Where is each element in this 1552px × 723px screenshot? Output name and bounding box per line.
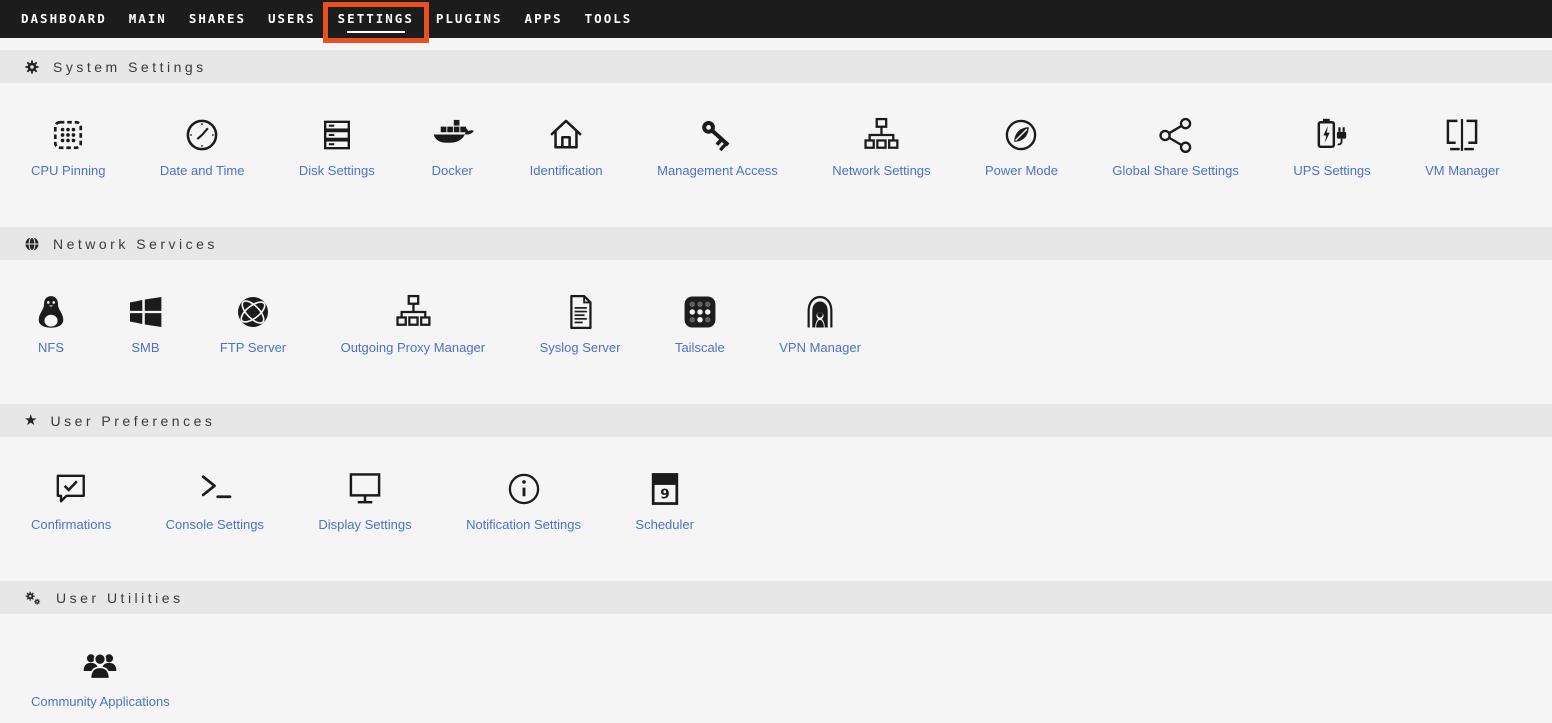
section-title: User Utilities (56, 590, 184, 606)
clock-icon (160, 113, 245, 155)
users-group-icon (31, 644, 170, 686)
nav-item-users[interactable]: USERS (257, 0, 327, 38)
info-circle-icon (466, 467, 581, 509)
monitor-icon (318, 467, 411, 509)
terminal-icon (166, 467, 264, 509)
file-lines-icon (540, 290, 621, 332)
microchip-icon (31, 113, 105, 155)
settings-item-network-settings[interactable]: Network Settings (832, 113, 930, 178)
globe-wireframe-icon (220, 290, 286, 332)
key-icon (657, 113, 778, 155)
comment-check-icon (31, 467, 111, 509)
section-title: User Preferences (50, 413, 215, 429)
battery-plug-icon (1293, 113, 1370, 155)
nav-item-dashboard[interactable]: DASHBOARD (10, 0, 118, 38)
settings-item-outgoing-proxy-manager[interactable]: Outgoing Proxy Manager (341, 290, 486, 355)
section-body-user-preferences: Confirmations Console Settings Display S… (0, 437, 1552, 581)
settings-item-date-and-time[interactable]: Date and Time (160, 113, 245, 178)
vm-brackets-icon (1425, 113, 1499, 155)
section-header-user-utilities: User Utilities (0, 581, 1552, 614)
settings-item-cpu-pinning[interactable]: CPU Pinning (31, 113, 105, 178)
gear-icon (24, 59, 40, 75)
tux-penguin-icon (31, 290, 71, 332)
section-header-system-settings: System Settings (0, 50, 1552, 83)
nav-item-shares[interactable]: SHARES (178, 0, 257, 38)
share-nodes-icon (1112, 113, 1238, 155)
sitemap-icon (832, 113, 930, 155)
settings-item-confirmations[interactable]: Confirmations (31, 467, 111, 532)
settings-item-community-applications[interactable]: Community Applications (31, 644, 170, 709)
settings-item-vpn-manager[interactable]: VPN Manager (779, 290, 861, 355)
globe-icon (24, 236, 40, 252)
settings-item-smb[interactable]: SMB (125, 290, 165, 355)
nav-item-settings[interactable]: SETTINGS (327, 0, 425, 38)
section-title: System Settings (53, 59, 207, 75)
section-body-system-settings: CPU Pinning Date and Time Disk Settings (0, 83, 1552, 227)
active-tab-underline (347, 31, 405, 34)
docker-whale-icon (429, 113, 475, 155)
settings-item-power-mode[interactable]: Power Mode (985, 113, 1058, 178)
settings-item-docker[interactable]: Docker (429, 113, 475, 178)
settings-item-identification[interactable]: Identification (530, 113, 603, 178)
calendar-icon: 9 (635, 467, 694, 509)
section-body-user-utilities: Community Applications (0, 614, 1552, 720)
windows-icon (125, 290, 165, 332)
settings-item-ftp-server[interactable]: FTP Server (220, 290, 286, 355)
nav-item-apps[interactable]: APPS (514, 0, 574, 38)
nav-item-main[interactable]: MAIN (118, 0, 178, 38)
calendar-day-number: 9 (660, 487, 669, 503)
server-stack-icon (299, 113, 375, 155)
gears-icon (24, 590, 43, 606)
tailscale-icon (675, 290, 725, 332)
leaf-circle-icon (985, 113, 1058, 155)
settings-item-notification-settings[interactable]: Notification Settings (466, 467, 581, 532)
settings-item-disk-settings[interactable]: Disk Settings (299, 113, 375, 178)
house-icon (530, 113, 603, 155)
section-body-network-services: NFS SMB FTP Server (0, 260, 1552, 404)
nav-item-plugins[interactable]: PLUGINS (425, 0, 514, 38)
top-nav: DASHBOARD MAIN SHARES USERS SETTINGS PLU… (0, 0, 1552, 38)
settings-item-nfs[interactable]: NFS (31, 290, 71, 355)
star-icon: ★ (24, 413, 37, 428)
settings-item-vm-manager[interactable]: VM Manager (1425, 113, 1499, 178)
section-header-network-services: Network Services (0, 227, 1552, 260)
nav-gap (0, 38, 1552, 50)
sitemap-icon (341, 290, 486, 332)
settings-item-ups-settings[interactable]: UPS Settings (1293, 113, 1370, 178)
settings-item-global-share-settings[interactable]: Global Share Settings (1112, 113, 1238, 178)
settings-item-console-settings[interactable]: Console Settings (166, 467, 264, 532)
settings-item-display-settings[interactable]: Display Settings (318, 467, 411, 532)
nav-item-tools[interactable]: TOOLS (574, 0, 644, 38)
settings-item-syslog-server[interactable]: Syslog Server (540, 290, 621, 355)
vpn-hood-icon (779, 290, 861, 332)
section-header-user-preferences: ★ User Preferences (0, 404, 1552, 437)
settings-item-tailscale[interactable]: Tailscale (675, 290, 725, 355)
settings-item-scheduler[interactable]: 9 Scheduler (635, 467, 694, 532)
section-title: Network Services (53, 236, 218, 252)
settings-item-management-access[interactable]: Management Access (657, 113, 778, 178)
